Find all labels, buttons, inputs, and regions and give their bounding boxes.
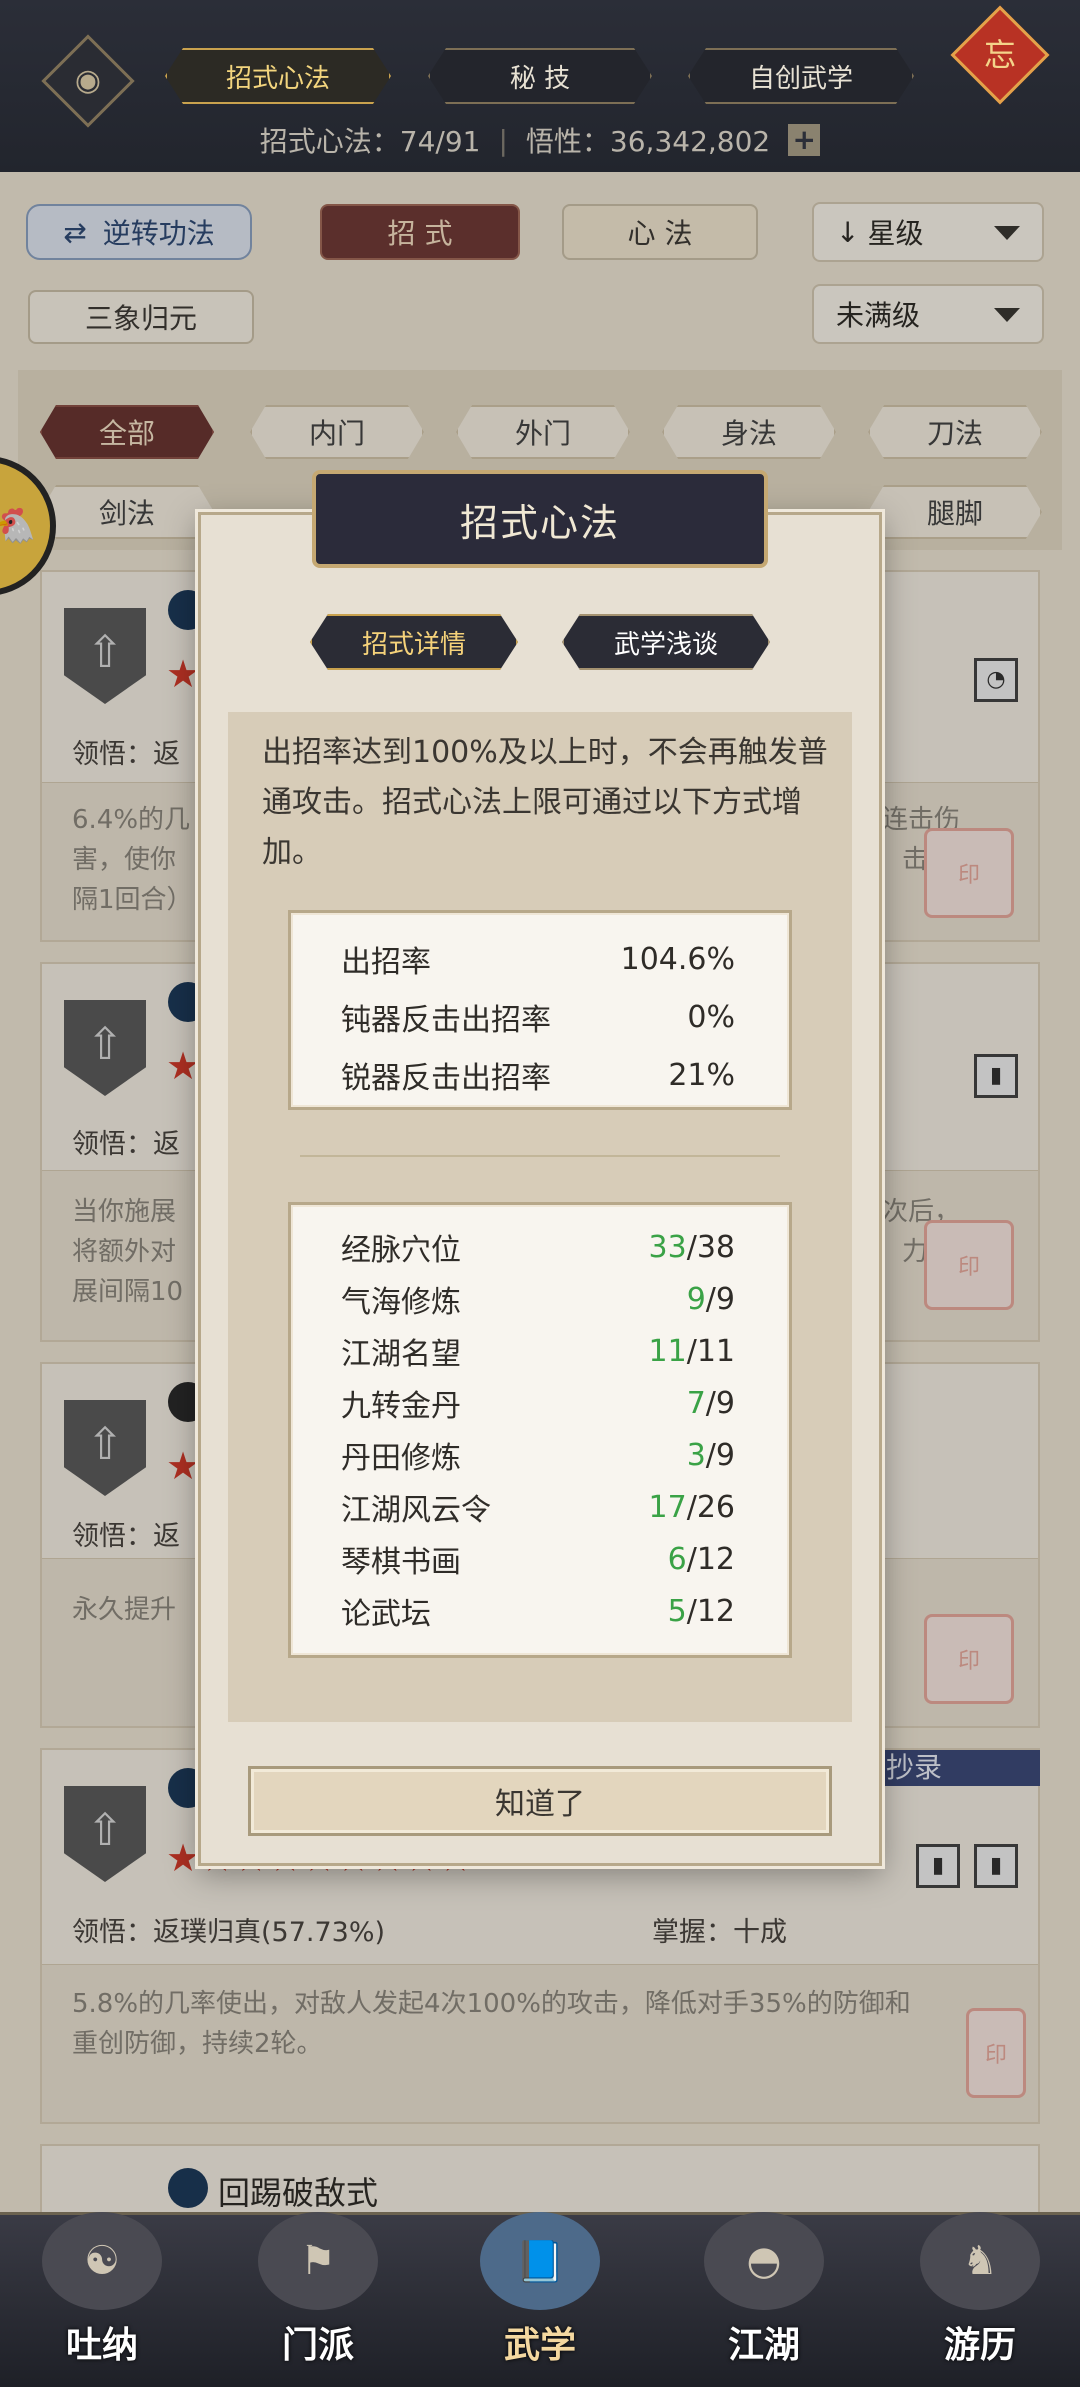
source-label: 九转金丹 bbox=[341, 1389, 461, 1424]
nav-jianghu[interactable]: ◓ 江湖 bbox=[684, 2212, 844, 2382]
divider: | bbox=[498, 123, 508, 157]
rate-value: 21% bbox=[668, 1057, 735, 1093]
nav-youli[interactable]: ♞ 游历 bbox=[900, 2212, 1060, 2382]
rate-label: 锐器反击出招率 bbox=[341, 1061, 551, 1096]
sources-box: 经脉穴位 33/38 气海修炼 9/9 江湖名望 11/11 九转金丹 7/9 丹田修炼… bbox=[288, 1202, 792, 1658]
source-label: 江湖风云令 bbox=[341, 1493, 491, 1528]
source-label: 气海修炼 bbox=[341, 1285, 461, 1320]
rates-box: 出招率 104.6% 钝器反击出招率 0% 锐器反击出招率 21% bbox=[288, 910, 792, 1110]
ok-button[interactable]: 知道了 bbox=[248, 1766, 832, 1836]
hat-icon: ◓ bbox=[704, 2212, 824, 2310]
stats-label-wuxing: 悟性： bbox=[525, 125, 610, 158]
stats-value-zhaoshi: 74/91 bbox=[399, 125, 481, 158]
meditation-icon: ☯ bbox=[42, 2212, 162, 2310]
nav-wuxue[interactable]: 📘 武学 bbox=[460, 2212, 620, 2382]
stats-line: 招式心法：74/91 | 悟性：36,342,802 + bbox=[0, 118, 1080, 162]
rate-label: 出招率 bbox=[341, 945, 431, 980]
rate-value: 104.6% bbox=[620, 941, 735, 977]
stats-label-zhaoshi: 招式心法： bbox=[259, 125, 400, 158]
rate-label: 钝器反击出招率 bbox=[341, 1003, 551, 1038]
tab-zichuang[interactable]: 自创武学 bbox=[688, 48, 914, 104]
add-wuxing-button[interactable]: + bbox=[788, 124, 821, 156]
tab-zhaoshi-xinfa[interactable]: 招式心法 bbox=[165, 48, 391, 104]
flag-icon: ⚑ bbox=[258, 2212, 378, 2310]
source-label: 江湖名望 bbox=[341, 1337, 461, 1372]
nav-menpai[interactable]: ⚑ 门派 bbox=[238, 2212, 398, 2382]
horse-icon: ♞ bbox=[920, 2212, 1040, 2310]
divider bbox=[300, 1155, 780, 1157]
source-label: 论武坛 bbox=[341, 1597, 431, 1632]
tab-wuxue-talk[interactable]: 武学浅谈 bbox=[562, 614, 770, 670]
stats-value-wuxing: 36,342,802 bbox=[609, 125, 771, 158]
source-label: 丹田修炼 bbox=[341, 1441, 461, 1476]
nav-tuna[interactable]: ☯ 吐纳 bbox=[22, 2212, 182, 2382]
eye-icon: ◉ bbox=[74, 63, 102, 98]
rate-value: 0% bbox=[687, 999, 735, 1035]
source-label: 琴棋书画 bbox=[341, 1545, 461, 1580]
modal-title: 招式心法 bbox=[312, 470, 768, 568]
tab-miji[interactable]: 秘 技 bbox=[428, 48, 652, 104]
tab-skill-details[interactable]: 招式详情 bbox=[310, 614, 518, 670]
source-label: 经脉穴位 bbox=[341, 1233, 461, 1268]
book-icon: 📘 bbox=[480, 2212, 600, 2310]
modal-description: 出招率达到100%及以上时，不会再触发普通攻击。招式心法上限可通过以下方式增加。 bbox=[262, 735, 828, 870]
